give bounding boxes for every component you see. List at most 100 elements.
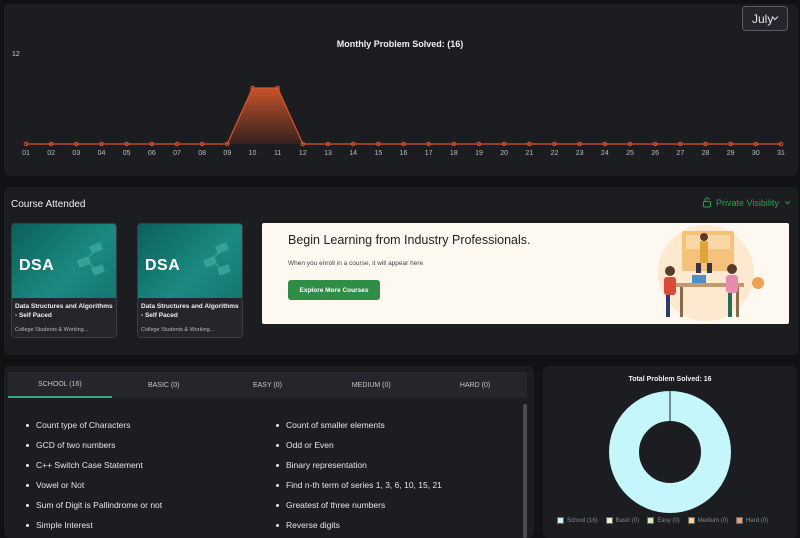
tab-school[interactable]: SCHOOL (16)	[8, 372, 112, 398]
chevron-down-icon	[771, 16, 779, 21]
x-tick-label: 16	[400, 150, 408, 157]
problem-list-scrollbar[interactable]	[523, 404, 527, 538]
tab-hard[interactable]: HARD (0)	[423, 372, 527, 398]
flowchart-icon	[77, 242, 105, 276]
course-card[interactable]: DSA Data Structures and Algorithms - Sel…	[137, 223, 243, 338]
legend-label: School (16)	[567, 517, 598, 524]
problem-item[interactable]: Reverse digits	[276, 520, 516, 530]
x-tick-label: 23	[576, 150, 584, 157]
x-tick-label: 04	[98, 150, 106, 157]
month-select[interactable]: July	[742, 6, 788, 31]
problem-item[interactable]: Count type of Characters	[26, 420, 276, 430]
problem-item[interactable]: Odd or Even	[276, 440, 516, 450]
legend-swatch	[687, 517, 695, 524]
bullet-icon	[26, 523, 29, 527]
y-axis-max-label: 12	[12, 51, 20, 58]
legend-label: Easy (0)	[657, 517, 680, 524]
course-meta: College Students & Working...	[141, 327, 215, 334]
lock-icon	[703, 197, 711, 208]
course-banner-label: DSA	[145, 257, 181, 274]
legend-item[interactable]: Easy (0)	[647, 517, 680, 524]
bullet-icon	[276, 523, 279, 527]
problem-title: Count type of Characters	[36, 420, 131, 430]
bullet-icon	[276, 503, 279, 507]
x-tick-label: 18	[450, 150, 458, 157]
area-fill	[26, 88, 781, 144]
legend-label: Medium (0)	[697, 517, 729, 524]
x-tick-label: 30	[752, 150, 760, 157]
legend-item[interactable]: Medium (0)	[687, 517, 729, 524]
bullet-icon	[276, 443, 279, 447]
bullet-icon	[26, 443, 29, 447]
bullet-icon	[26, 463, 29, 467]
x-tick-label: 07	[173, 150, 181, 157]
x-tick-label: 13	[324, 150, 332, 157]
problem-title: C++ Switch Case Statement	[36, 460, 143, 470]
donut-title: Total Problem Solved: 16	[628, 376, 712, 383]
course-name: Data Structures and Algorithms - Self Pa…	[15, 303, 113, 320]
bullet-icon	[26, 503, 29, 507]
problem-item[interactable]: Greatest of three numbers	[276, 500, 516, 510]
bullet-icon	[276, 483, 279, 487]
problem-item[interactable]: Find n-th term of series 1, 3, 6, 10, 15…	[276, 480, 516, 490]
x-tick-label: 12	[299, 150, 307, 157]
chevron-down-icon	[784, 201, 790, 205]
course-meta: College Students & Working...	[15, 327, 89, 334]
problem-item[interactable]: Vowel or Not	[26, 480, 276, 490]
x-tick-label: 21	[525, 150, 533, 157]
x-tick-label: 01	[22, 150, 30, 157]
x-tick-label: 14	[349, 150, 357, 157]
legend-label: Hard (0)	[746, 517, 769, 524]
problem-title: Find n-th term of series 1, 3, 6, 10, 15…	[286, 480, 442, 490]
x-tick-label: 15	[374, 150, 382, 157]
promo-subtext: When you enroll in a course, it will app…	[288, 260, 424, 267]
problem-item[interactable]: C++ Switch Case Statement	[26, 460, 276, 470]
legend-item[interactable]: Basic (0)	[605, 517, 639, 524]
problem-item[interactable]: GCD of two numbers	[26, 440, 276, 450]
tab-basic[interactable]: BASIC (0)	[112, 372, 216, 398]
x-tick-label: 27	[676, 150, 684, 157]
promo-banner: Begin Learning from Industry Professiona…	[262, 223, 789, 324]
problem-title: GCD of two numbers	[36, 440, 116, 450]
problem-item[interactable]: Sum of Digit is Pallindrome or not	[26, 500, 276, 510]
problem-title: Count of smaller elements	[286, 420, 385, 430]
x-tick-label: 20	[500, 150, 508, 157]
x-tick-label: 10	[249, 150, 257, 157]
bullet-icon	[26, 423, 29, 427]
tab-medium[interactable]: MEDIUM (0)	[319, 372, 423, 398]
legend-swatch	[647, 517, 655, 524]
x-tick-label: 31	[777, 150, 785, 157]
legend-swatch	[605, 517, 613, 524]
legend-swatch	[736, 517, 744, 524]
course-banner: DSA	[138, 224, 242, 298]
problem-title: Reverse digits	[286, 520, 340, 530]
problem-title: Simple Interest	[36, 520, 93, 530]
x-tick-label: 11	[274, 150, 281, 157]
problem-item[interactable]: Binary representation	[276, 460, 516, 470]
visibility-label: Private Visibility	[716, 197, 779, 208]
explore-courses-button[interactable]: Explore More Courses	[288, 280, 380, 300]
x-tick-label: 28	[702, 150, 710, 157]
x-tick-label: 06	[148, 150, 156, 157]
problem-title: Greatest of three numbers	[286, 500, 386, 510]
learning-illustration	[658, 225, 764, 321]
course-name: Data Structures and Algorithms - Self Pa…	[141, 303, 239, 320]
tab-easy[interactable]: EASY (0)	[216, 372, 320, 398]
x-tick-label: 03	[72, 150, 80, 157]
legend-item[interactable]: School (16)	[557, 517, 598, 524]
x-tick-label: 19	[475, 150, 483, 157]
legend-item[interactable]: Hard (0)	[736, 517, 768, 524]
course-card[interactable]: DSA Data Structures and Algorithms - Sel…	[11, 223, 117, 338]
flowchart-icon	[203, 242, 231, 276]
bullet-icon	[276, 463, 279, 467]
x-tick-label: 08	[198, 150, 206, 157]
x-tick-label: 25	[626, 150, 634, 157]
visibility-toggle[interactable]: Private Visibility	[702, 197, 792, 208]
problem-item[interactable]: Count of smaller elements	[276, 420, 516, 430]
chart-title: Monthly Problem Solved: (16)	[336, 39, 464, 49]
x-tick-label: 26	[651, 150, 659, 157]
legend-swatch	[557, 517, 564, 524]
problem-item[interactable]: Simple Interest	[26, 520, 276, 530]
x-tick-label: 29	[727, 150, 735, 157]
bullet-icon	[276, 423, 279, 427]
